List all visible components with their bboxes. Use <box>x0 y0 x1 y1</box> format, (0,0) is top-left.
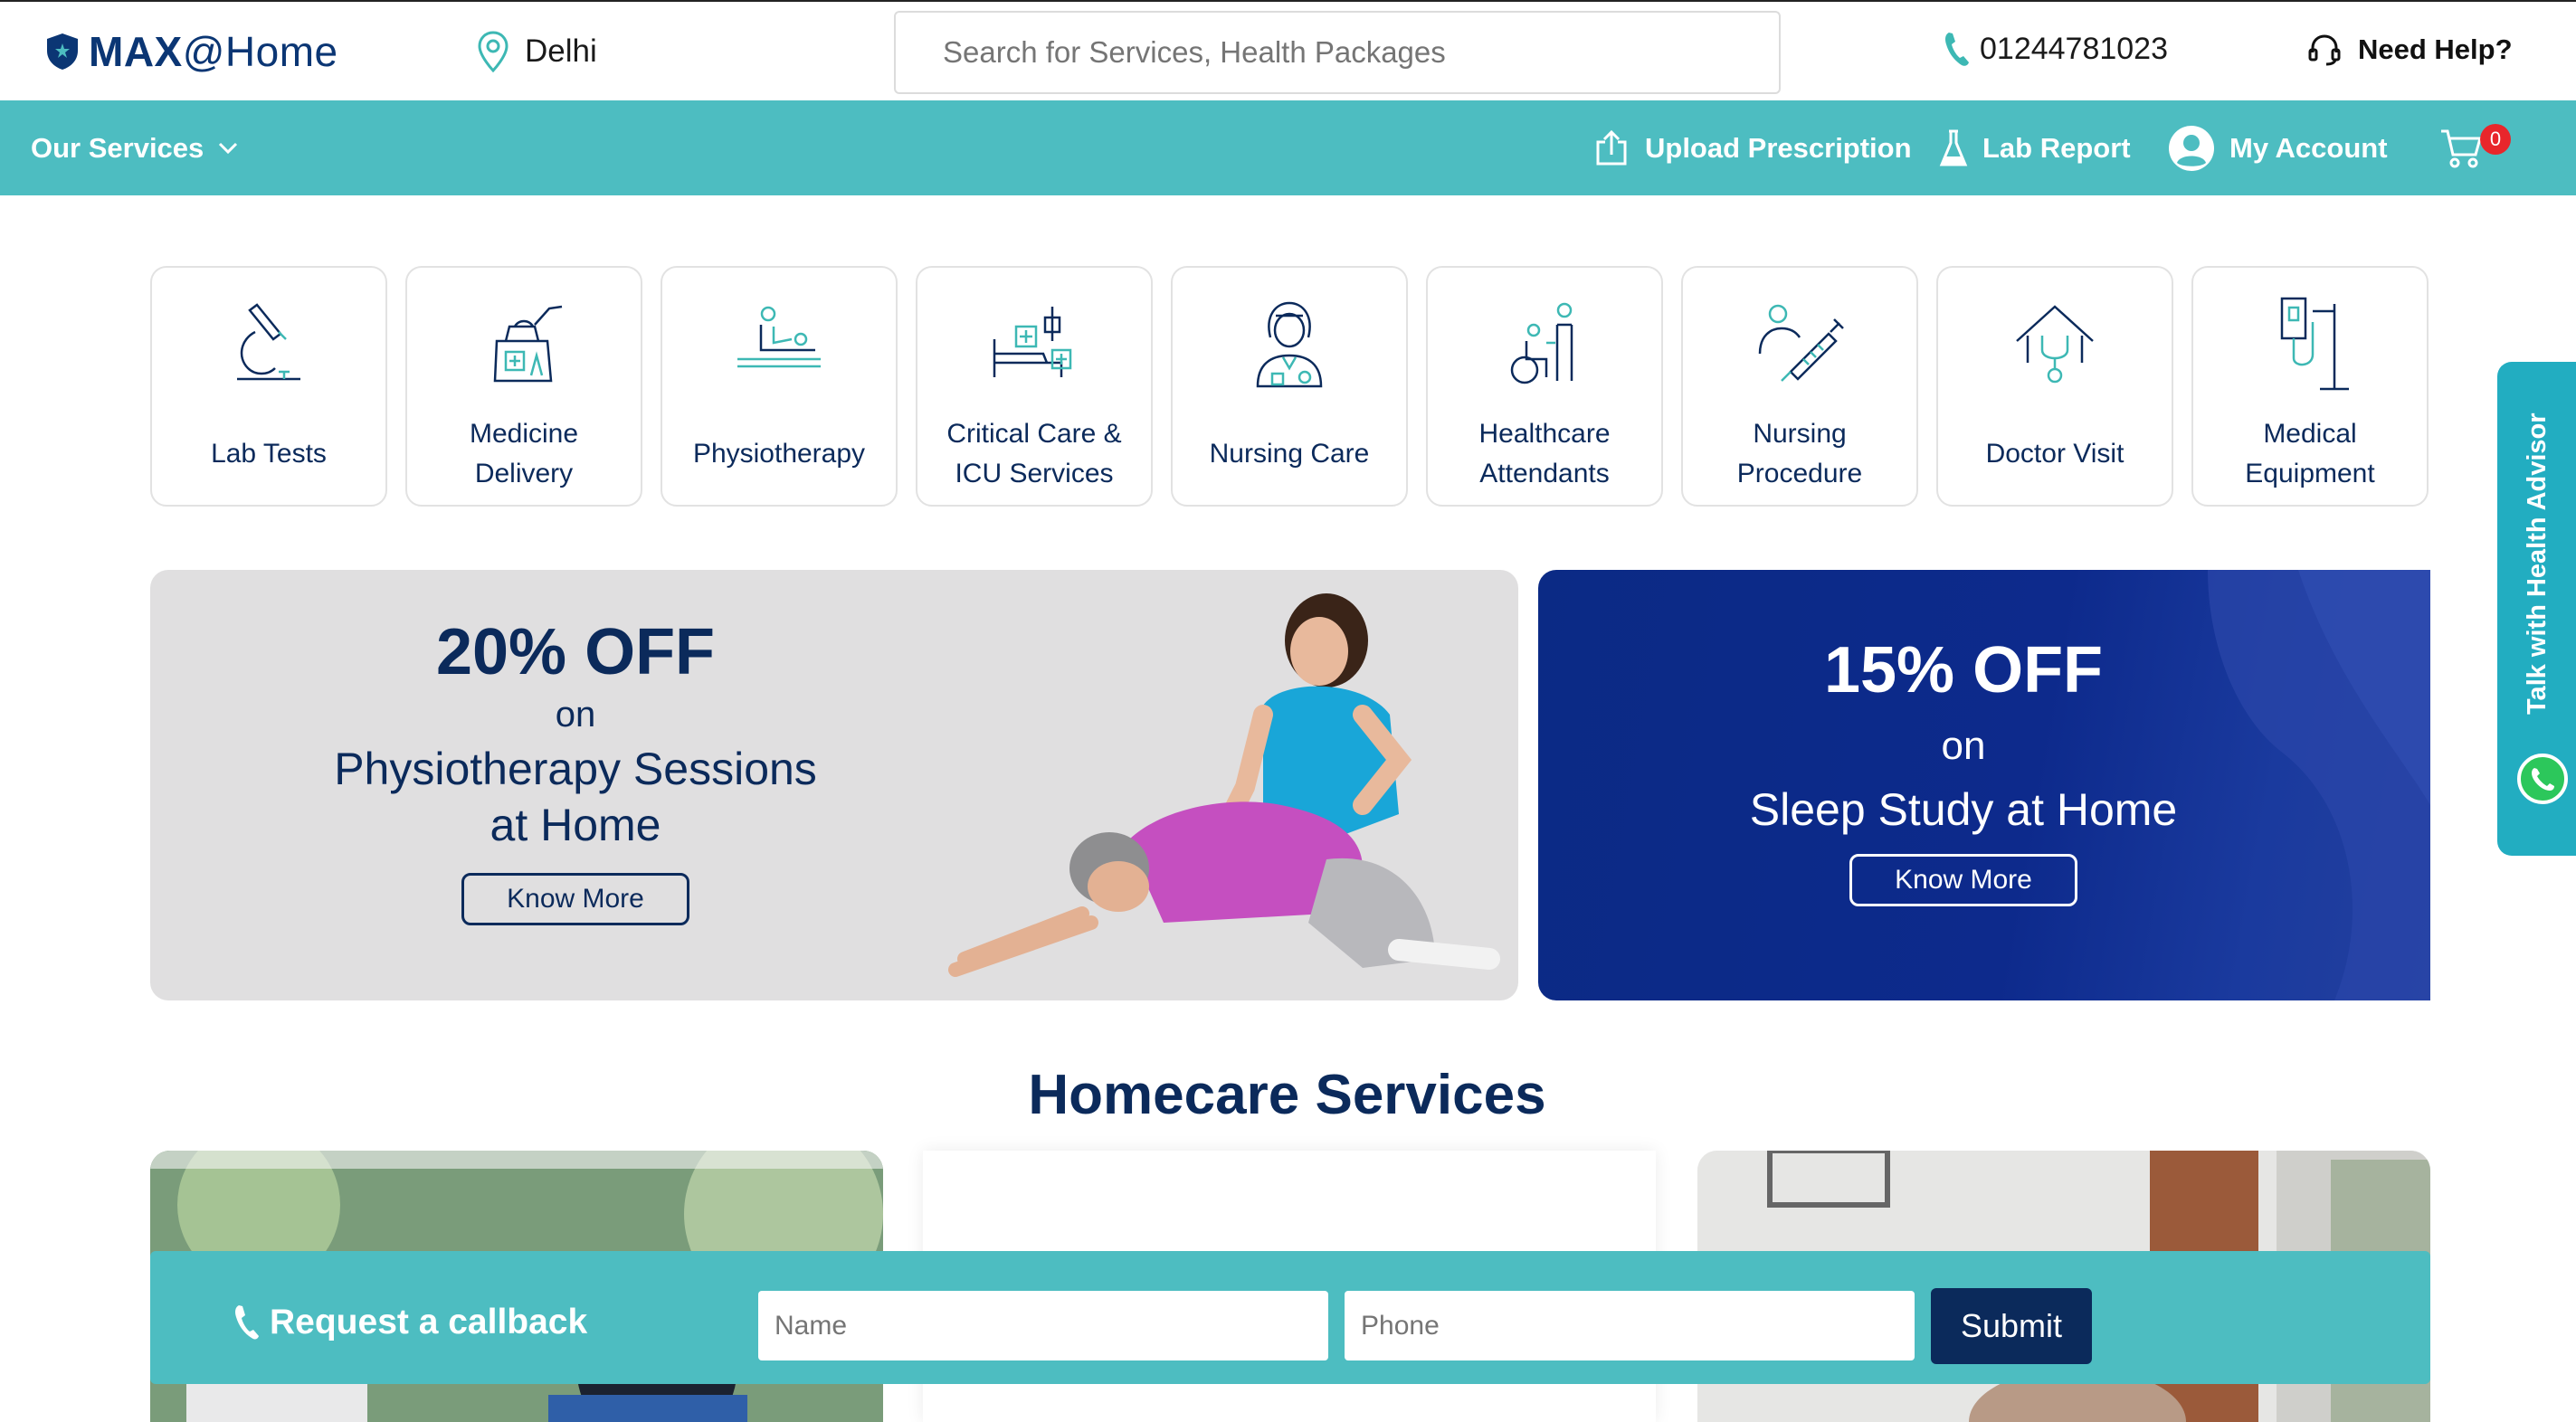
service-card-critical-care[interactable]: Critical Care & ICU Services <box>916 266 1153 507</box>
service-card-healthcare-attendants[interactable]: Healthcare Attendants <box>1426 266 1663 507</box>
chevron-down-icon <box>219 142 238 154</box>
wheelchair-attendant-icon <box>1495 295 1594 394</box>
cart-count-badge: 0 <box>2480 124 2511 155</box>
service-card-doctor-visit[interactable]: Doctor Visit <box>1936 266 2173 507</box>
brand-logo[interactable]: MAX@Home <box>45 27 338 76</box>
flask-icon <box>1939 129 1968 166</box>
logo-suffix: @Home <box>182 28 338 75</box>
service-label: Physiotherapy <box>692 439 866 469</box>
sleep-on: on <box>1941 724 1986 768</box>
top-header: MAX@Home Delhi 01244781023 Need Help? <box>0 0 2576 100</box>
service-label: Nursing Care <box>1209 439 1370 469</box>
our-services-menu[interactable]: Our Services <box>31 100 238 195</box>
location-pin-icon <box>478 31 509 72</box>
sleep-study-offer-banner[interactable]: 15% OFF on Sleep Study at Home Know More <box>1538 570 2430 1000</box>
physio-line1: Physiotherapy Sessions <box>334 744 817 794</box>
callback-name-input[interactable] <box>758 1291 1328 1360</box>
help-label: Need Help? <box>2358 33 2513 65</box>
upload-icon <box>1596 129 1627 165</box>
physio-line2: at Home <box>490 800 661 850</box>
physio-banner-text: 20% OFF on Physiotherapy Sessions at Hom… <box>331 615 820 925</box>
callback-title-text: Request a callback <box>270 1303 588 1341</box>
icu-bed-icon <box>984 295 1084 394</box>
phone-contact[interactable]: 01244781023 <box>1944 31 2168 67</box>
section-title-text: Homecare Services <box>1028 1064 1546 1126</box>
shield-logo-icon <box>47 33 78 70</box>
my-account-label: My Account <box>2229 131 2388 164</box>
physio-discount: 20% OFF <box>435 616 716 688</box>
service-card-nursing-procedure[interactable]: Nursing Procedure <box>1681 266 1918 507</box>
home-stethoscope-icon <box>2005 295 2105 394</box>
my-account-link[interactable]: My Account <box>2168 100 2388 195</box>
lab-report-label: Lab Report <box>1982 131 2131 164</box>
upload-prescription-link[interactable]: Upload Prescription <box>1592 100 1912 195</box>
upload-prescription-label: Upload Prescription <box>1645 131 1912 164</box>
cart-button[interactable] <box>2439 100 2483 195</box>
service-label: Nursing Procedure <box>1736 419 1863 488</box>
sleep-line1: Sleep Study at Home <box>1749 784 2178 835</box>
service-label: Critical Care & ICU Services <box>946 419 1122 488</box>
service-label: Healthcare Attendants <box>1478 419 1611 488</box>
phone-number: 01244781023 <box>1980 31 2169 66</box>
health-advisor-label: Talk with Health Advisor <box>2523 412 2552 715</box>
sleep-discount: 15% OFF <box>1823 634 2104 706</box>
service-card-lab-tests[interactable]: Lab Tests <box>150 266 387 507</box>
sleep-know-more-button[interactable]: Know More <box>1849 854 2077 906</box>
callback-phone-input[interactable] <box>1345 1291 1915 1360</box>
location-label: Delhi <box>525 33 597 69</box>
cart-icon <box>2441 129 2482 167</box>
physio-know-more-button[interactable]: Know More <box>461 873 689 925</box>
service-card-medicine-delivery[interactable]: Medicine Delivery <box>405 266 642 507</box>
service-card-medical-equipment[interactable]: Medical Equipment <box>2191 266 2429 507</box>
headset-icon <box>2308 34 2341 66</box>
user-avatar-icon <box>2169 125 2214 171</box>
search-input[interactable] <box>894 11 1781 94</box>
phone-icon <box>1945 33 1969 66</box>
phone-icon <box>235 1305 259 1340</box>
service-label: Doctor Visit <box>1985 439 2124 469</box>
medicine-bag-icon <box>474 295 574 394</box>
physiotherapy-icon <box>729 295 829 394</box>
physiotherapy-offer-banner[interactable]: 20% OFF on Physiotherapy Sessions at Hom… <box>150 570 1518 1000</box>
service-label: Medical Equipment <box>2245 419 2375 488</box>
lab-report-link[interactable]: Lab Report <box>1939 100 2131 195</box>
service-card-nursing-care[interactable]: Nursing Care <box>1171 266 1408 507</box>
physiotherapy-illustration <box>948 593 1500 977</box>
service-label: Lab Tests <box>211 439 327 469</box>
service-card-physiotherapy[interactable]: Physiotherapy <box>661 266 898 507</box>
syringe-icon <box>1750 295 1849 394</box>
logo-brand: MAX <box>89 28 183 75</box>
need-help-link[interactable]: Need Help? <box>2307 33 2513 67</box>
physio-on: on <box>555 695 596 735</box>
nurse-icon <box>1240 295 1339 394</box>
iv-stand-icon <box>2260 295 2360 394</box>
nav-bar: Our Services Upload Prescription Lab Rep… <box>0 100 2576 195</box>
location-selector[interactable]: Delhi <box>478 31 597 72</box>
our-services-label: Our Services <box>31 131 204 164</box>
whatsapp-icon[interactable] <box>2516 753 2569 805</box>
callback-submit-button[interactable]: Submit <box>1931 1288 2092 1364</box>
microscope-icon <box>219 295 318 394</box>
sleep-banner-text: 15% OFF on Sleep Study at Home Know More <box>1728 633 2199 906</box>
service-grid: Lab Tests Medicine Delivery Physiotherap… <box>150 266 2429 507</box>
homecare-services-heading: Homecare Services <box>0 1063 2576 1127</box>
service-label: Medicine Delivery <box>469 419 579 488</box>
callback-title: Request a callback <box>233 1303 587 1342</box>
